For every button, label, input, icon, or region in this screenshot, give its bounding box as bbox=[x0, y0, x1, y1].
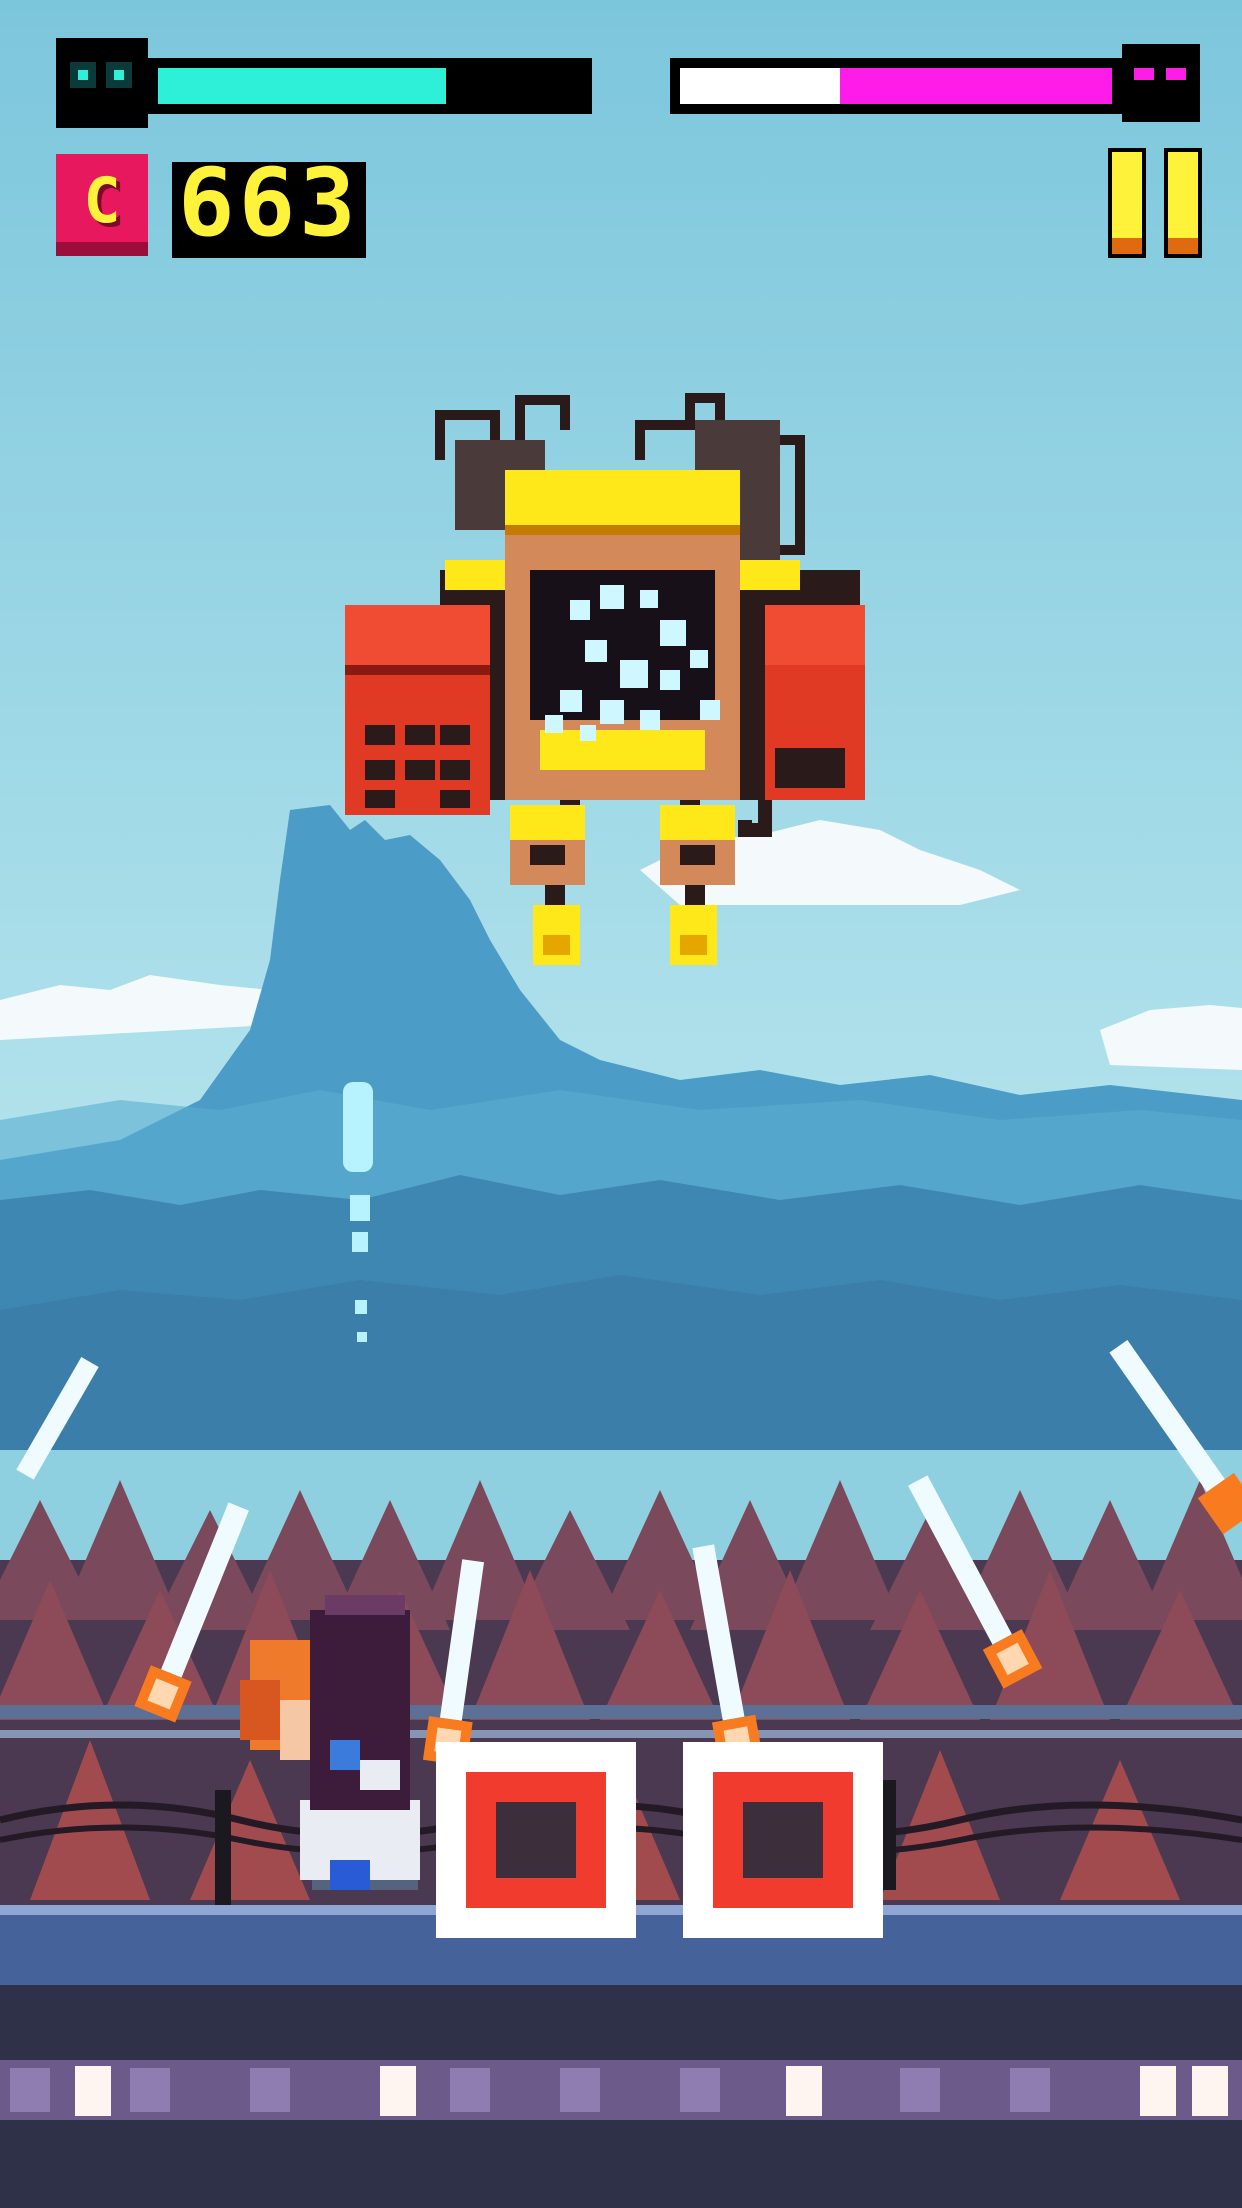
pause-icon bbox=[1108, 148, 1146, 258]
game-scene[interactable] bbox=[0, 0, 1242, 2208]
coin-icon: C bbox=[56, 154, 148, 256]
crate-1 bbox=[436, 1742, 636, 1938]
boss-health-bar bbox=[670, 58, 1122, 114]
boss-health-fill bbox=[839, 68, 1112, 104]
coin-letter: C bbox=[83, 164, 121, 237]
score-counter: 663 bbox=[172, 156, 366, 258]
player-icon bbox=[56, 38, 148, 128]
pause-button[interactable] bbox=[1108, 148, 1202, 258]
ground bbox=[0, 1905, 1242, 2208]
player-hud bbox=[56, 38, 596, 128]
boss-icon bbox=[1122, 44, 1200, 122]
pause-icon-bar bbox=[1164, 148, 1202, 258]
mountains-mid bbox=[0, 1175, 1242, 1450]
score-value: 663 bbox=[178, 149, 360, 258]
crate-2 bbox=[683, 1742, 883, 1938]
player-health-bar bbox=[148, 58, 592, 114]
boss-hud bbox=[670, 38, 1202, 128]
player-health-fill bbox=[158, 68, 447, 104]
boss-health-lost bbox=[680, 68, 840, 104]
